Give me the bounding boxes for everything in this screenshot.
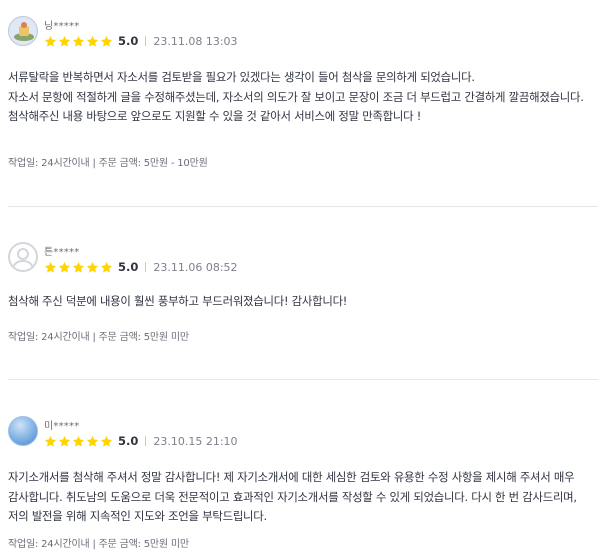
star-icon [100,435,113,447]
default-user-avatar-icon [8,242,38,272]
review-line: 첨삭해주신 내용 바탕으로 앞으로도 지원할 수 있을 것 같아서 서비스에 정… [8,109,422,123]
star-icon [44,435,57,447]
sky-avatar-icon [8,416,38,446]
star-icon [86,35,99,47]
star-icon [58,261,71,273]
review-date: 23.11.06 08:52 [153,260,238,274]
divider [8,206,598,207]
illustration-avatar-icon [8,16,38,46]
star-icon [86,261,99,273]
review-date: 23.10.15 21:10 [153,434,238,448]
order-meta: 작업일: 24시간이내 | 주문 금액: 5만원 미만 [8,332,189,343]
separator [145,436,147,446]
review-body: 자기소개서를 첨삭해 주셔서 정말 감사합니다! 제 자기소개서에 대한 세심한… [8,468,598,527]
order-meta: 작업일: 24시간이내 | 주문 금액: 5만원 - 10만원 [8,158,208,169]
rating-score: 5.0 [118,434,139,448]
star-icon [44,35,57,47]
star-icon [58,35,71,47]
review-body: 첨삭해 주신 덕분에 내용이 훨씬 풍부하고 부드러워졌습니다! 감사합니다! [8,292,598,312]
star-icon [100,261,113,273]
star-icon [44,261,57,273]
reviewer-nickname: 튼***** [44,247,80,258]
rating-score: 5.0 [118,260,139,274]
star-icon [100,35,113,47]
rating-score: 5.0 [118,34,139,48]
review-line: 자소서 문항에 적절하게 글을 수정해주셨는데, 자소서의 의도가 잘 보이고 … [8,89,584,104]
star-rating [44,35,113,48]
star-icon [72,261,85,273]
divider [8,379,598,380]
review-line: 첨삭해 주신 덕분에 내용이 훨씬 풍부하고 부드러워졌습니다! 감사합니다! [8,294,348,308]
reviewer-nickname: 미***** [44,421,80,432]
star-icon [58,435,71,447]
star-icon [86,435,99,447]
star-rating [44,261,113,274]
star-icon [72,435,85,447]
rating-row: 5.0 23.11.06 08:52 [44,259,238,275]
rating-row: 5.0 23.11.08 13:03 [44,33,238,49]
review-line: 자기소개서를 첨삭해 주셔서 정말 감사합니다! 제 자기소개서에 대한 세심한… [8,470,577,523]
review-line: 서류탈락을 반복하면서 자소서를 검토받을 필요가 있겠다는 생각이 들어 첨삭… [8,70,475,84]
separator [145,36,147,46]
reviewer-nickname: 닝***** [44,21,80,32]
review-date: 23.11.08 13:03 [153,34,238,48]
order-meta: 작업일: 24시간이내 | 주문 금액: 5만원 미만 [8,539,189,550]
star-rating [44,435,113,448]
review-body: 서류탈락을 반복하면서 자소서를 검토받을 필요가 있겠다는 생각이 들어 첨삭… [8,68,598,127]
rating-row: 5.0 23.10.15 21:10 [44,433,238,449]
separator [145,262,147,272]
star-icon [72,35,85,47]
